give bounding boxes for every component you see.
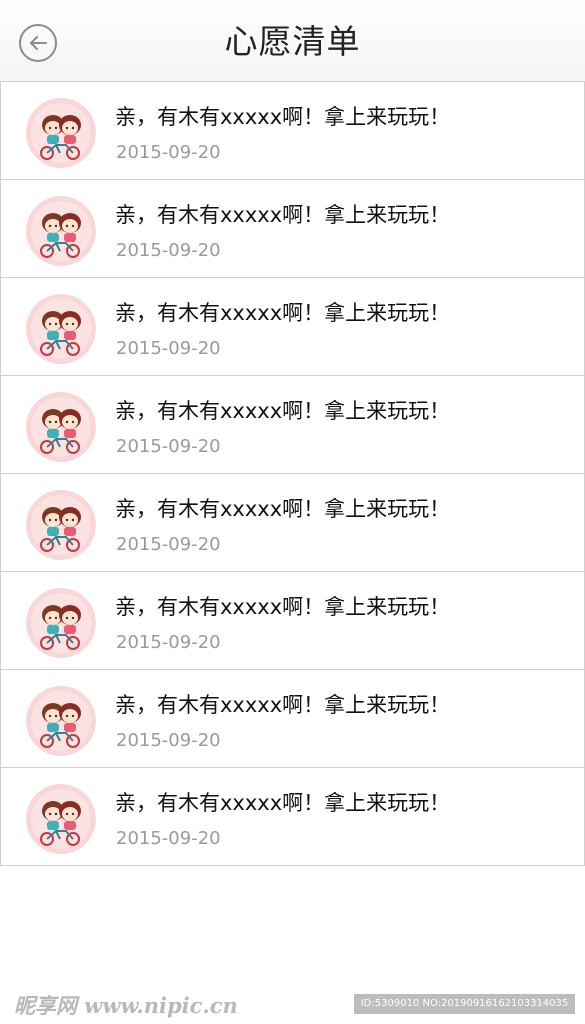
wish-title: 亲，有木有xxxxx啊！拿上来玩玩！ (115, 497, 451, 521)
couple-cartoon-icon (26, 294, 96, 364)
wish-title: 亲，有木有xxxxx啊！拿上来玩玩！ (115, 203, 451, 227)
couple-cartoon-icon (26, 490, 96, 560)
wish-list-item[interactable]: 亲，有木有xxxxx啊！拿上来玩玩！ 2015-09-20 (0, 768, 585, 866)
wish-title: 亲，有木有xxxxx啊！拿上来玩玩！ (115, 399, 451, 423)
couple-cartoon-icon (26, 784, 96, 854)
avatar (26, 294, 96, 364)
top-bar: 心愿清单 (0, 0, 585, 82)
wish-list: 亲，有木有xxxxx啊！拿上来玩玩！ 2015-09-20 亲，有木有xxxxx… (0, 82, 585, 866)
wish-date: 2015-09-20 (116, 240, 221, 261)
avatar (26, 196, 96, 266)
couple-cartoon-icon (26, 98, 96, 168)
avatar (26, 784, 96, 854)
wish-list-item[interactable]: 亲，有木有xxxxx啊！拿上来玩玩！ 2015-09-20 (0, 278, 585, 376)
couple-cartoon-icon (26, 588, 96, 658)
wish-list-item[interactable]: 亲，有木有xxxxx啊！拿上来玩玩！ 2015-09-20 (0, 180, 585, 278)
wish-date: 2015-09-20 (116, 730, 221, 751)
wish-title: 亲，有木有xxxxx啊！拿上来玩玩！ (115, 301, 451, 325)
wish-list-item[interactable]: 亲，有木有xxxxx啊！拿上来玩玩！ 2015-09-20 (0, 376, 585, 474)
page-title: 心愿清单 (224, 22, 361, 61)
wish-list-item[interactable]: 亲，有木有xxxxx啊！拿上来玩玩！ 2015-09-20 (0, 572, 585, 670)
watermark-id: ID:5309010 NO:20190916162103314035 (354, 994, 575, 1014)
wish-list-item[interactable]: 亲，有木有xxxxx啊！拿上来玩玩！ 2015-09-20 (0, 82, 585, 180)
avatar (26, 392, 96, 462)
wish-date: 2015-09-20 (116, 828, 221, 849)
wish-date: 2015-09-20 (116, 142, 221, 163)
avatar (26, 588, 96, 658)
wish-date: 2015-09-20 (116, 534, 221, 555)
watermark-logo: 昵享网 www.nipic.cn (14, 993, 238, 1018)
couple-cartoon-icon (26, 196, 96, 266)
wish-title: 亲，有木有xxxxx啊！拿上来玩玩！ (115, 693, 451, 717)
couple-cartoon-icon (26, 392, 96, 462)
wish-title: 亲，有木有xxxxx啊！拿上来玩玩！ (115, 791, 451, 815)
wish-date: 2015-09-20 (116, 436, 221, 457)
wish-title: 亲，有木有xxxxx啊！拿上来玩玩！ (115, 595, 451, 619)
wish-date: 2015-09-20 (116, 338, 221, 359)
wish-date: 2015-09-20 (116, 632, 221, 653)
wish-list-item[interactable]: 亲，有木有xxxxx啊！拿上来玩玩！ 2015-09-20 (0, 474, 585, 572)
avatar (26, 490, 96, 560)
couple-cartoon-icon (26, 686, 96, 756)
avatar (26, 686, 96, 756)
avatar (26, 98, 96, 168)
wish-title: 亲，有木有xxxxx啊！拿上来玩玩！ (115, 105, 451, 129)
wish-list-item[interactable]: 亲，有木有xxxxx啊！拿上来玩玩！ 2015-09-20 (0, 670, 585, 768)
